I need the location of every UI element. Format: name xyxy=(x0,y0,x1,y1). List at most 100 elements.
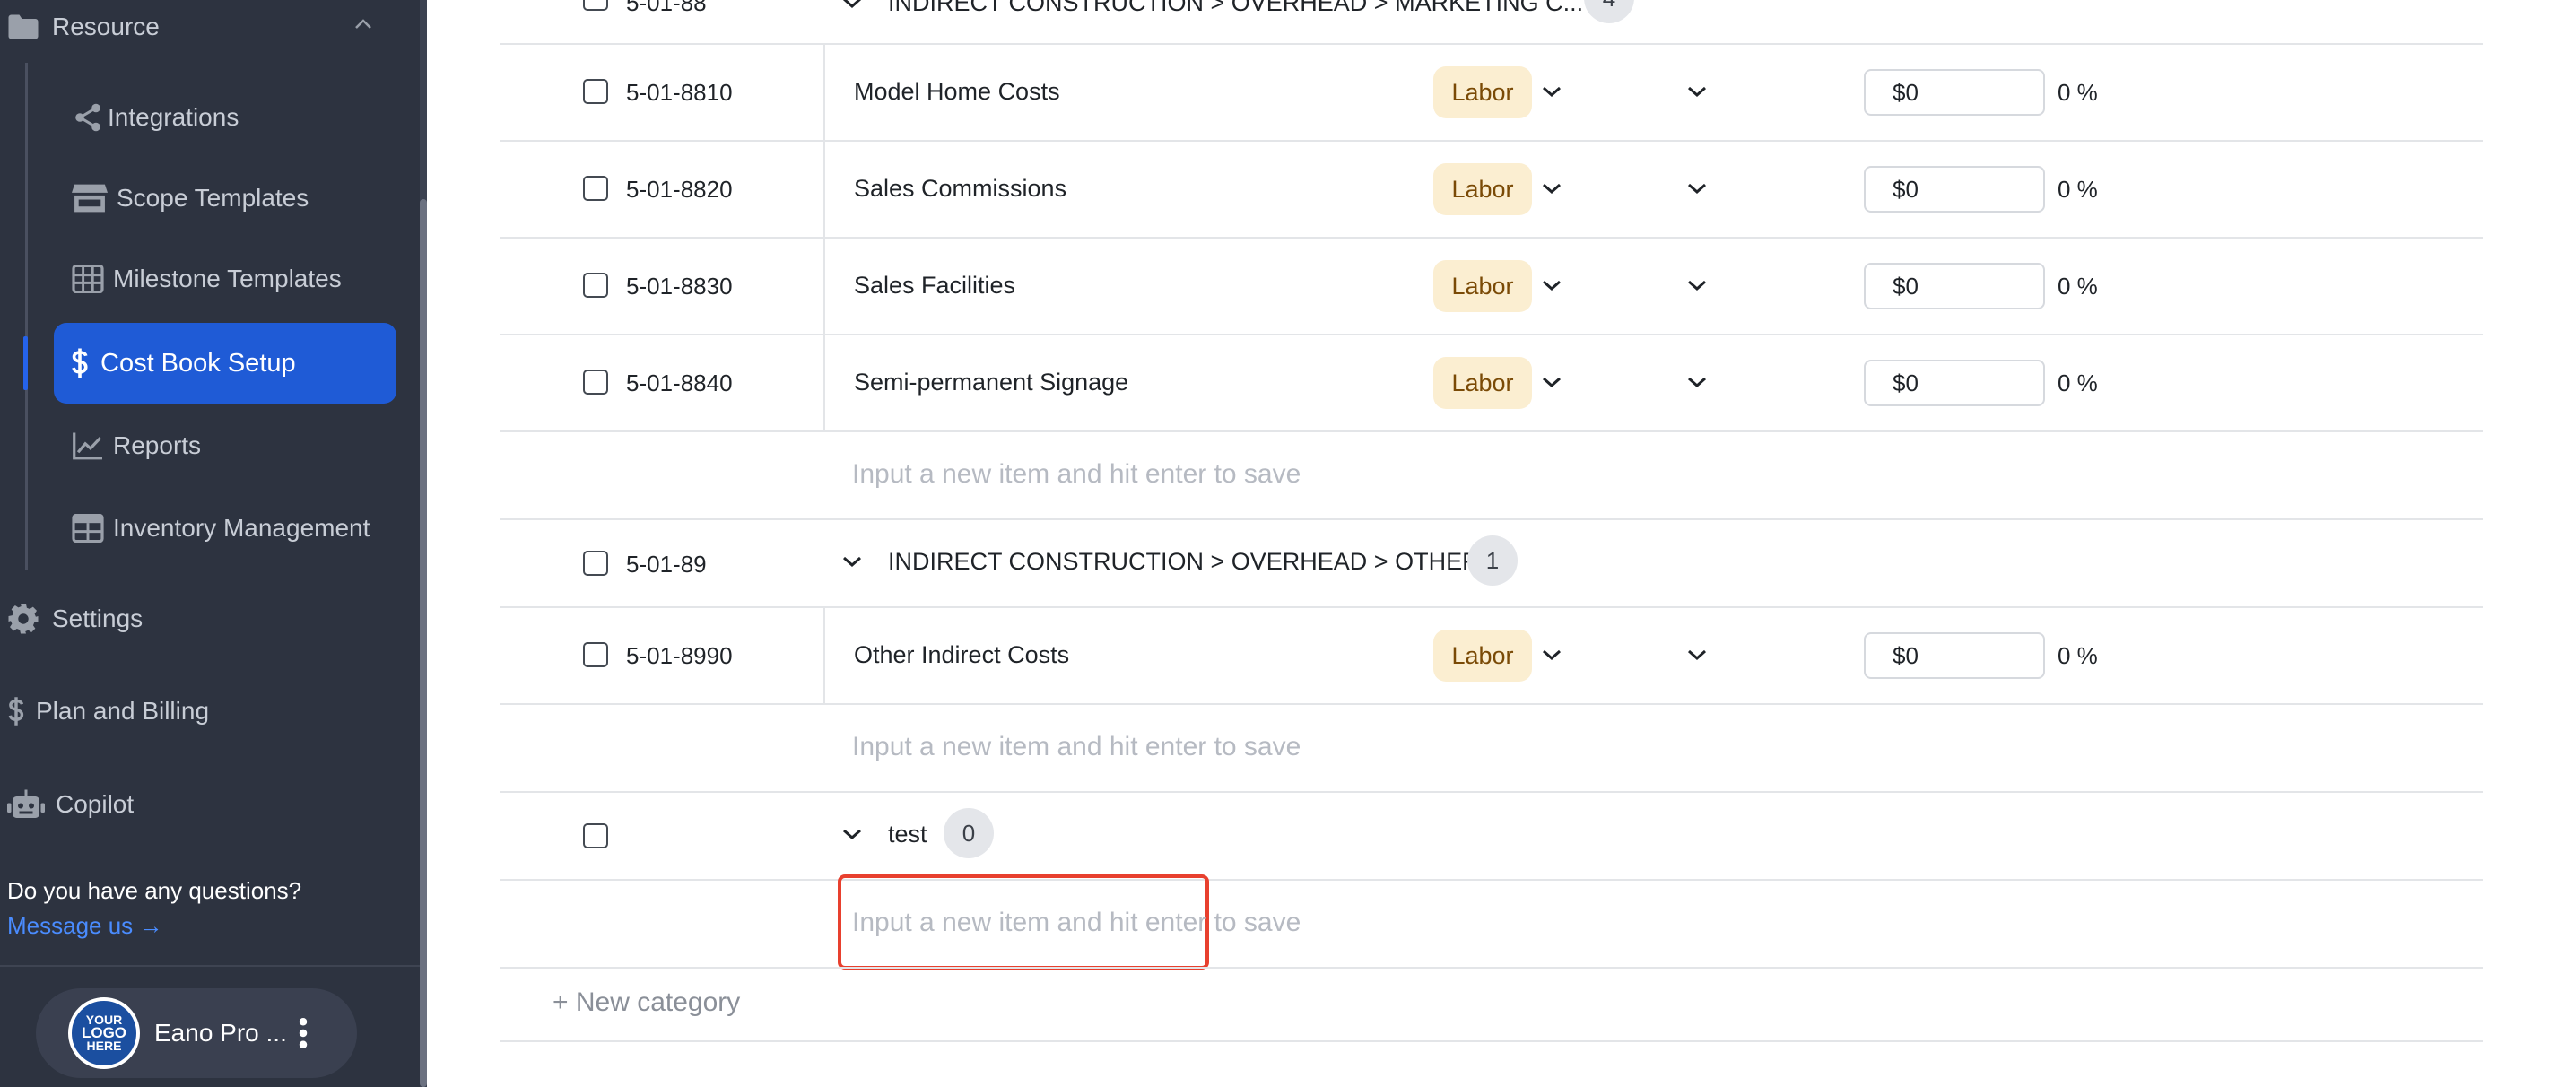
sidebar-item-label: Inventory Management xyxy=(113,514,370,542)
chevron-down-icon[interactable] xyxy=(1541,648,1562,661)
chevron-down-icon[interactable] xyxy=(841,828,863,840)
row-code: 5-01-8810 xyxy=(626,79,733,106)
row-name[interactable]: Semi-permanent Signage xyxy=(854,369,1128,396)
folder-icon xyxy=(8,14,39,39)
row-divider xyxy=(500,430,2483,432)
sidebar-item-inventory-management[interactable]: Inventory Management xyxy=(72,514,370,543)
new-item-input[interactable]: Input a new item and hit enter to save xyxy=(852,732,1301,762)
message-us-link[interactable]: Message us → xyxy=(7,912,162,940)
row-name[interactable]: Sales Commissions xyxy=(854,175,1066,203)
row-checkbox[interactable] xyxy=(583,370,608,395)
row-code: 5-01-8830 xyxy=(626,273,733,300)
category-checkbox[interactable] xyxy=(583,823,608,848)
type-badge[interactable]: Labor xyxy=(1433,163,1532,215)
row-name[interactable]: Other Indirect Costs xyxy=(854,641,1069,669)
category-checkbox[interactable] xyxy=(583,0,608,11)
chevron-down-icon[interactable] xyxy=(841,555,863,568)
chevron-down-icon[interactable] xyxy=(1686,85,1708,98)
category-count-badge: 0 xyxy=(944,808,994,858)
price-input[interactable]: $0 xyxy=(1864,263,2045,309)
nav-settings[interactable]: Settings xyxy=(7,603,143,635)
row-divider xyxy=(500,879,2483,881)
table-icon xyxy=(72,514,104,543)
row-checkbox[interactable] xyxy=(583,79,608,104)
category-code: 5-01-89 xyxy=(626,551,707,578)
price-input[interactable]: $0 xyxy=(1864,360,2045,406)
chevron-down-icon[interactable] xyxy=(1686,182,1708,195)
type-badge[interactable]: Labor xyxy=(1433,630,1532,682)
category-count-badge: 4 xyxy=(1584,0,1634,23)
price-input[interactable]: $0 xyxy=(1864,69,2045,116)
chevron-down-icon[interactable] xyxy=(1541,182,1562,195)
sidebar-item-label: Scope Templates xyxy=(117,184,309,212)
help-question-text: Do you have any questions? xyxy=(7,877,302,904)
chevron-down-icon[interactable] xyxy=(1541,85,1562,98)
row-divider xyxy=(500,967,2483,969)
row-name[interactable]: Model Home Costs xyxy=(854,78,1060,106)
category-count-badge: 1 xyxy=(1467,535,1518,586)
row-divider xyxy=(500,518,2483,520)
sidebar-item-scope-templates[interactable]: Scope Templates xyxy=(72,183,309,213)
chart-line-icon xyxy=(73,432,102,460)
category-checkbox[interactable] xyxy=(583,551,608,576)
cost-book-table: 5-01-88 INDIRECT CONSTRUCTION > OVERHEAD… xyxy=(427,0,2576,1087)
nav-tree-active-marker xyxy=(23,336,28,390)
type-badge[interactable]: Labor xyxy=(1433,66,1532,118)
sidebar-scrollbar-thumb[interactable] xyxy=(420,199,427,1087)
percent-value: 0 % xyxy=(2058,176,2098,203)
share-icon xyxy=(75,103,100,132)
user-name: Eano Pro ... xyxy=(154,1019,287,1047)
avatar: YOUR LOGO HERE xyxy=(68,997,140,1069)
row-name[interactable]: Sales Facilities xyxy=(854,272,1015,300)
sidebar-item-label: Cost Book Setup xyxy=(100,348,296,378)
user-account-button[interactable]: YOUR LOGO HERE Eano Pro ... xyxy=(36,988,357,1078)
category-title: test xyxy=(888,821,927,848)
chevron-down-icon[interactable] xyxy=(1541,279,1562,291)
category-title: INDIRECT CONSTRUCTION > OVERHEAD > OTHER xyxy=(888,548,1480,575)
nav-copilot-label: Copilot xyxy=(56,790,135,818)
dollar-icon xyxy=(72,348,88,378)
percent-value: 0 % xyxy=(2058,273,2098,300)
percent-value: 0 % xyxy=(2058,370,2098,396)
row-checkbox[interactable] xyxy=(583,176,608,201)
row-checkbox[interactable] xyxy=(583,642,608,667)
type-badge[interactable]: Labor xyxy=(1433,260,1532,312)
sidebar-divider xyxy=(0,965,420,967)
more-vertical-icon[interactable] xyxy=(298,1018,309,1048)
nav-section-resource-label: Resource xyxy=(52,13,160,40)
price-input[interactable]: $0 xyxy=(1864,166,2045,213)
category-title: INDIRECT CONSTRUCTION > OVERHEAD > MARKE… xyxy=(888,0,1584,16)
row-code: 5-01-8820 xyxy=(626,176,733,203)
robot-icon xyxy=(7,789,45,818)
percent-value: 0 % xyxy=(2058,642,2098,669)
row-checkbox[interactable] xyxy=(583,273,608,298)
row-divider xyxy=(500,43,2483,45)
nav-plan-billing[interactable]: Plan and Billing xyxy=(7,695,209,727)
sidebar-item-label: Integrations xyxy=(108,103,239,131)
chevron-down-icon[interactable] xyxy=(1686,376,1708,388)
chevron-down-icon[interactable] xyxy=(841,0,863,9)
column-divider xyxy=(823,608,825,703)
new-item-input[interactable]: Input a new item and hit enter to save xyxy=(852,459,1301,490)
sidebar-item-integrations[interactable]: Integrations xyxy=(72,101,239,134)
sidebar-item-label: Reports xyxy=(113,431,202,459)
new-category-button[interactable]: + New category xyxy=(553,987,740,1018)
sidebar-item-milestone-templates[interactable]: Milestone Templates xyxy=(72,265,342,293)
nav-section-resource[interactable]: Resource xyxy=(7,13,160,41)
chevron-down-icon[interactable] xyxy=(1686,279,1708,291)
chevron-up-icon[interactable] xyxy=(353,18,373,30)
row-divider xyxy=(500,334,2483,335)
type-badge[interactable]: Labor xyxy=(1433,357,1532,409)
sidebar-item-cost-book-setup[interactable]: Cost Book Setup xyxy=(54,323,396,404)
chevron-down-icon[interactable] xyxy=(1686,648,1708,661)
store-icon xyxy=(72,184,108,213)
nav-copilot[interactable]: Copilot xyxy=(7,789,134,820)
sidebar-item-reports[interactable]: Reports xyxy=(72,431,201,460)
chevron-down-icon[interactable] xyxy=(1541,376,1562,388)
gear-icon xyxy=(8,604,39,634)
row-divider xyxy=(500,237,2483,239)
price-input[interactable]: $0 xyxy=(1864,632,2045,679)
nav-tree-line xyxy=(25,63,28,570)
nav-plan-billing-label: Plan and Billing xyxy=(36,697,210,725)
new-item-input[interactable]: Input a new item and hit enter to save xyxy=(852,908,1301,938)
